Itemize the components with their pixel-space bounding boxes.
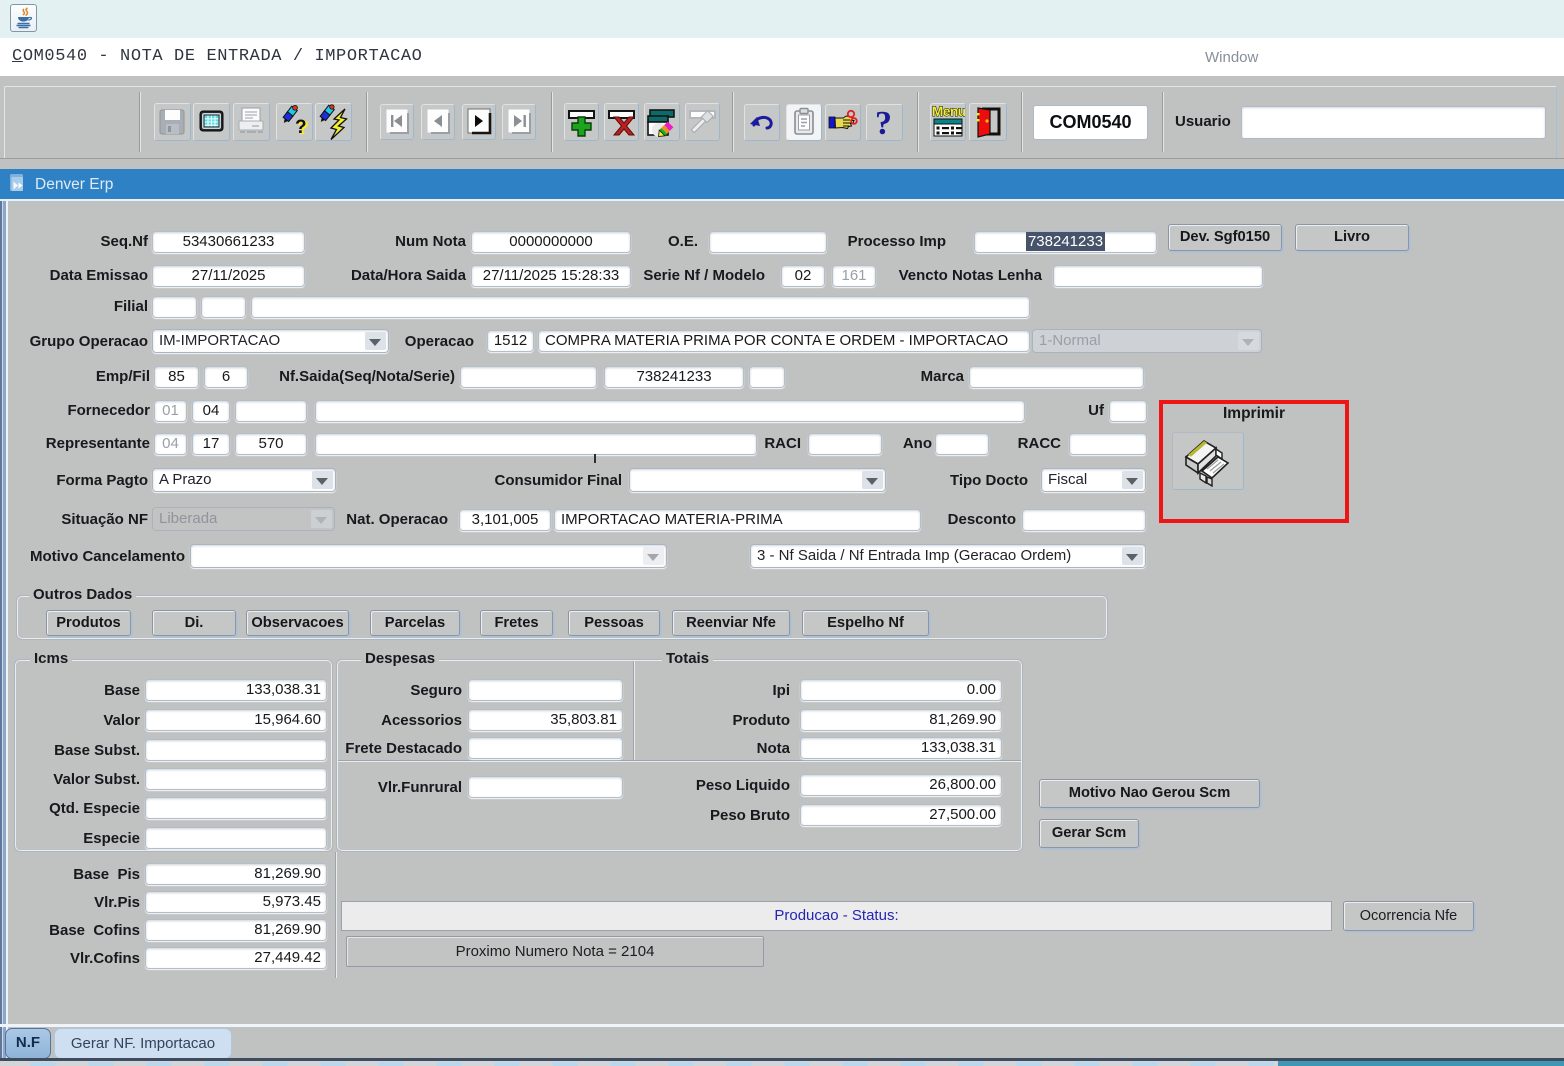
svg-text:?: ? <box>295 117 307 138</box>
svg-text:?: ? <box>875 105 892 140</box>
svg-text:Menu: Menu <box>932 104 965 119</box>
